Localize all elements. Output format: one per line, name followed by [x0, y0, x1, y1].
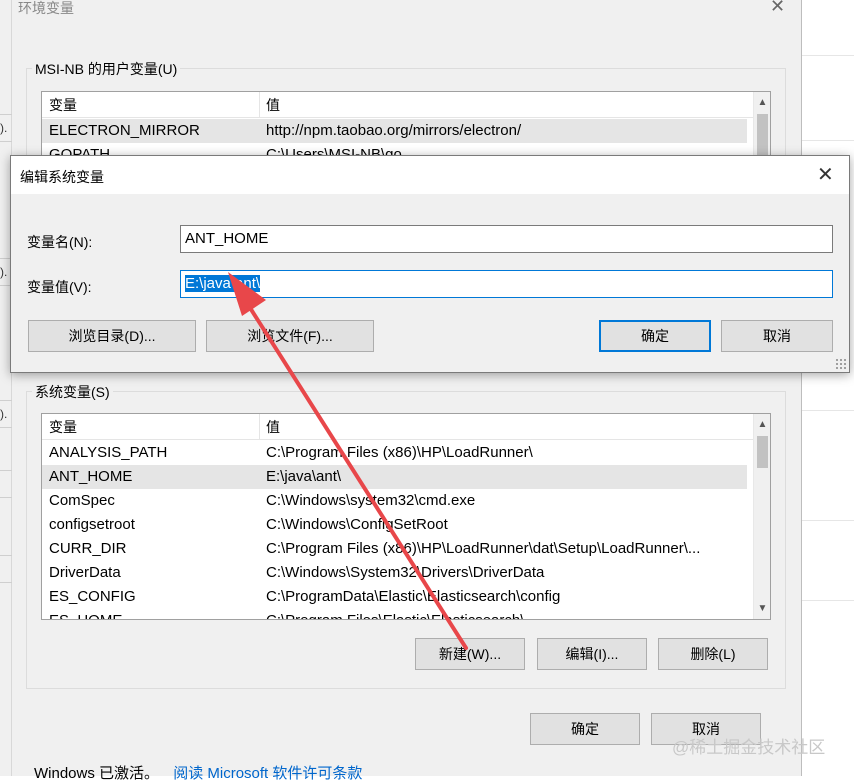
background-window-left-edge: ). ). ). — [0, 0, 12, 776]
background-window-right-edge — [802, 0, 854, 776]
scroll-thumb[interactable] — [757, 114, 768, 160]
selected-text: E:\java\ant\ — [185, 275, 261, 292]
column-header-name[interactable]: 变量 — [49, 92, 77, 118]
variable-name-input[interactable]: ANT_HOME — [180, 225, 833, 253]
list-header: 变量 值 — [42, 92, 770, 118]
table-row[interactable]: configsetroot C:\Windows\ConfigSetRoot — [42, 513, 747, 537]
activation-text: Windows 已激活。 — [34, 765, 160, 782]
table-row-selected[interactable]: ANT_HOME E:\java\ant\ — [42, 465, 747, 489]
scroll-thumb[interactable] — [757, 436, 768, 468]
close-icon[interactable]: ✕ — [770, 0, 785, 17]
system-variables-list[interactable]: 变量 值 ANALYSIS_PATH C:\Program Files (x86… — [41, 413, 771, 620]
table-row[interactable]: ComSpec C:\Windows\system32\cmd.exe — [42, 489, 747, 513]
table-row[interactable]: ES_HOME C:\Program Files\Elastic\Elastic… — [42, 609, 747, 619]
close-icon[interactable]: ✕ — [817, 162, 834, 187]
ok-button[interactable]: 确定 — [599, 320, 711, 352]
cancel-button[interactable]: 取消 — [721, 320, 833, 352]
column-header-name[interactable]: 变量 — [49, 414, 77, 440]
resize-grip-icon[interactable] — [835, 358, 847, 370]
variable-name-label: 变量名(N): — [27, 234, 93, 250]
browse-file-button[interactable]: 浏览文件(F)... — [206, 320, 374, 352]
table-row[interactable]: ES_CONFIG C:\ProgramData\Elastic\Elastic… — [42, 585, 747, 609]
background-fragment — [0, 470, 12, 498]
browse-directory-button[interactable]: 浏览目录(D)... — [28, 320, 196, 352]
background-fragment — [0, 555, 12, 583]
dialog-titlebar: 编辑系统变量 ✕ — [11, 156, 849, 194]
environment-variables-dialog: 环境变量 ✕ MSI-NB 的用户变量(U) 变量 值 ELECTRON_MIR… — [12, 0, 802, 782]
system-variables-label: 系统变量(S) — [32, 382, 113, 402]
table-row[interactable]: CURR_DIR C:\Program Files (x86)\HP\LoadR… — [42, 537, 747, 561]
dialog-title: 编辑系统变量 — [20, 169, 104, 185]
user-variables-label: MSI-NB 的用户变量(U) — [32, 59, 181, 79]
variable-value-label: 变量值(V): — [27, 279, 92, 295]
table-row[interactable]: DriverData C:\Windows\System32\Drivers\D… — [42, 561, 747, 585]
ok-button[interactable]: 确定 — [530, 713, 640, 745]
table-row[interactable]: ANALYSIS_PATH C:\Program Files (x86)\HP\… — [42, 441, 747, 465]
activation-footer: Windows 已激活。 阅读 Microsoft 软件许可条款 — [34, 762, 362, 783]
delete-variable-button[interactable]: 删除(L) — [658, 638, 768, 670]
column-header-value[interactable]: 值 — [266, 92, 280, 118]
scroll-up-icon[interactable]: ▲ — [754, 94, 770, 111]
system-list-scrollbar[interactable]: ▲ ▼ — [753, 414, 770, 619]
user-list-scrollbar[interactable]: ▲ — [753, 92, 770, 160]
edit-variable-button[interactable]: 编辑(I)... — [537, 638, 647, 670]
list-header: 变量 值 — [42, 414, 770, 440]
variable-value-input[interactable]: E:\java\ant\ — [180, 270, 833, 298]
scroll-up-icon[interactable]: ▲ — [754, 416, 770, 433]
list-item[interactable]: ELECTRON_MIRROR http://npm.taobao.org/mi… — [42, 119, 747, 143]
background-fragment: ). — [0, 400, 12, 428]
watermark-text: @稀土掘金技术社区 — [672, 738, 826, 757]
user-variables-list[interactable]: 变量 值 ELECTRON_MIRROR http://npm.taobao.o… — [41, 91, 771, 161]
edit-system-variable-dialog: 编辑系统变量 ✕ 变量名(N): ANT_HOME 变量值(V): E:\jav… — [10, 155, 850, 373]
scroll-down-icon[interactable]: ▼ — [754, 600, 770, 617]
dialog-title: 环境变量 — [18, 0, 74, 16]
column-header-value[interactable]: 值 — [266, 414, 280, 440]
background-fragment: ). — [0, 114, 12, 142]
license-link[interactable]: 阅读 Microsoft 软件许可条款 — [173, 765, 362, 782]
new-variable-button[interactable]: 新建(W)... — [415, 638, 525, 670]
